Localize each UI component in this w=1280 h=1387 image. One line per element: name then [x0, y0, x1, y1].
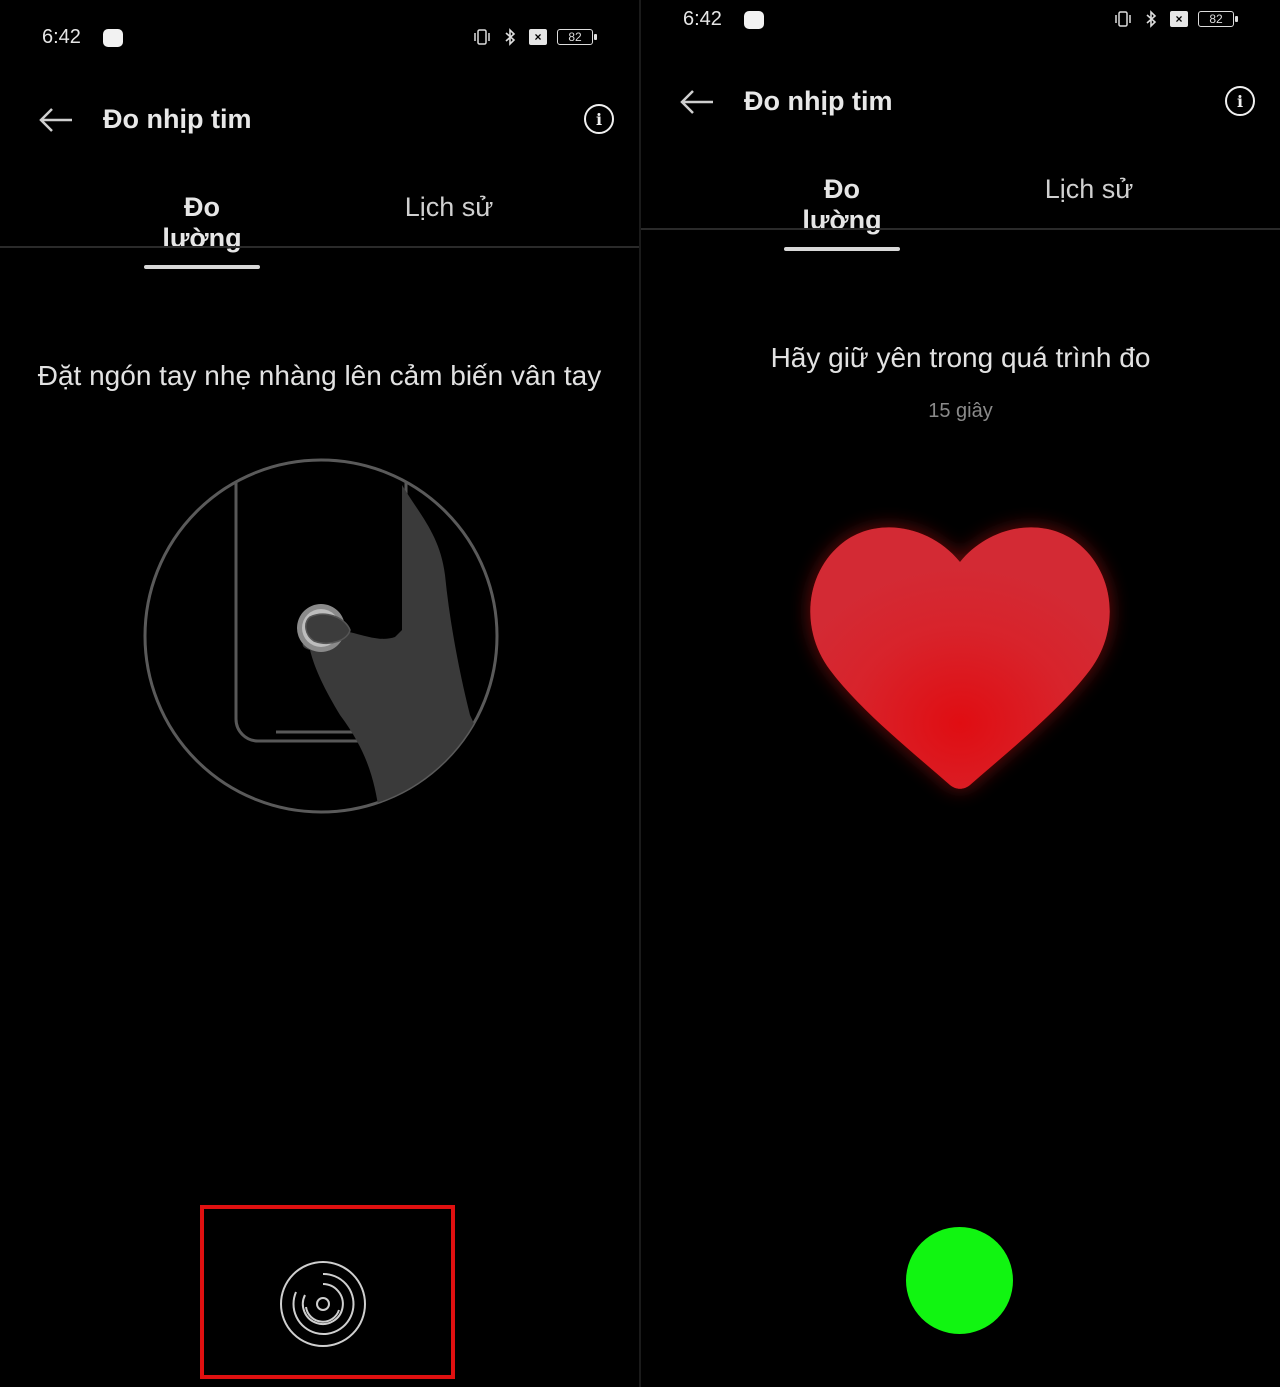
notification-icon	[103, 29, 123, 47]
back-arrow-icon[interactable]	[36, 100, 76, 140]
tab-history[interactable]: Lịch sử	[394, 192, 504, 223]
instruction-text: Đặt ngón tay nhẹ nhàng lên cảm biến vân …	[37, 360, 602, 391]
sensor-highlight-box	[200, 1205, 455, 1379]
tab-history-label: Lịch sử	[404, 192, 494, 222]
tab-measure[interactable]: Đo lường	[144, 192, 260, 269]
status-icons: × 82	[1114, 10, 1238, 28]
page-title: Đo nhịp tim	[103, 104, 252, 134]
tab-measure-label: Đo lường	[802, 174, 882, 235]
app-bar: Đo nhịp tim i	[641, 72, 1280, 132]
info-icon[interactable]: i	[1225, 86, 1255, 116]
tab-history[interactable]: Lịch sử	[1034, 174, 1144, 205]
status-icons: × 82	[473, 28, 597, 46]
battery-icon: 82	[1198, 11, 1238, 27]
info-icon[interactable]: i	[584, 104, 614, 134]
back-arrow-icon[interactable]	[677, 82, 717, 122]
vibrate-icon	[1114, 10, 1132, 28]
page-title: Đo nhịp tim	[744, 86, 893, 116]
tab-indicator	[784, 247, 900, 251]
tab-divider	[641, 228, 1280, 230]
status-bar: 6:42 × 82	[0, 20, 639, 60]
x-icon: ×	[1170, 11, 1188, 27]
bluetooth-icon	[1142, 10, 1160, 28]
notification-icon	[744, 11, 764, 29]
fingerprint-illustration	[143, 458, 499, 814]
tab-history-label: Lịch sử	[1044, 174, 1134, 204]
heart-icon	[810, 527, 1110, 789]
fingerprint-icon[interactable]	[276, 1257, 370, 1351]
battery-icon: 82	[557, 29, 597, 45]
tab-bar: Đo lường Lịch sử	[641, 174, 1280, 251]
tab-measure[interactable]: Đo lường	[784, 174, 900, 251]
status-time: 6:42	[42, 26, 81, 48]
measuring-indicator	[906, 1227, 1013, 1334]
status-bar: 6:42 × 82	[641, 2, 1280, 42]
instruction-text: Hãy giữ yên trong quá trình đo	[770, 342, 1151, 373]
tab-measure-label: Đo lường	[162, 192, 242, 253]
tab-divider	[0, 246, 639, 248]
app-bar: Đo nhịp tim i	[0, 90, 639, 150]
timer-text: 15 giây	[928, 400, 993, 422]
bluetooth-icon	[501, 28, 519, 46]
tab-indicator	[144, 265, 260, 269]
vibrate-icon	[473, 28, 491, 46]
left-screen: 6:42 × 82 Đo nhịp tim i Đo lường Lịch sử	[0, 0, 639, 1387]
right-screen: 6:42 × 82 Đo nhịp tim i Đo lường Lịch sử	[641, 0, 1280, 1387]
status-time: 6:42	[683, 8, 722, 30]
tab-bar: Đo lường Lịch sử	[0, 192, 639, 269]
x-icon: ×	[529, 29, 547, 45]
